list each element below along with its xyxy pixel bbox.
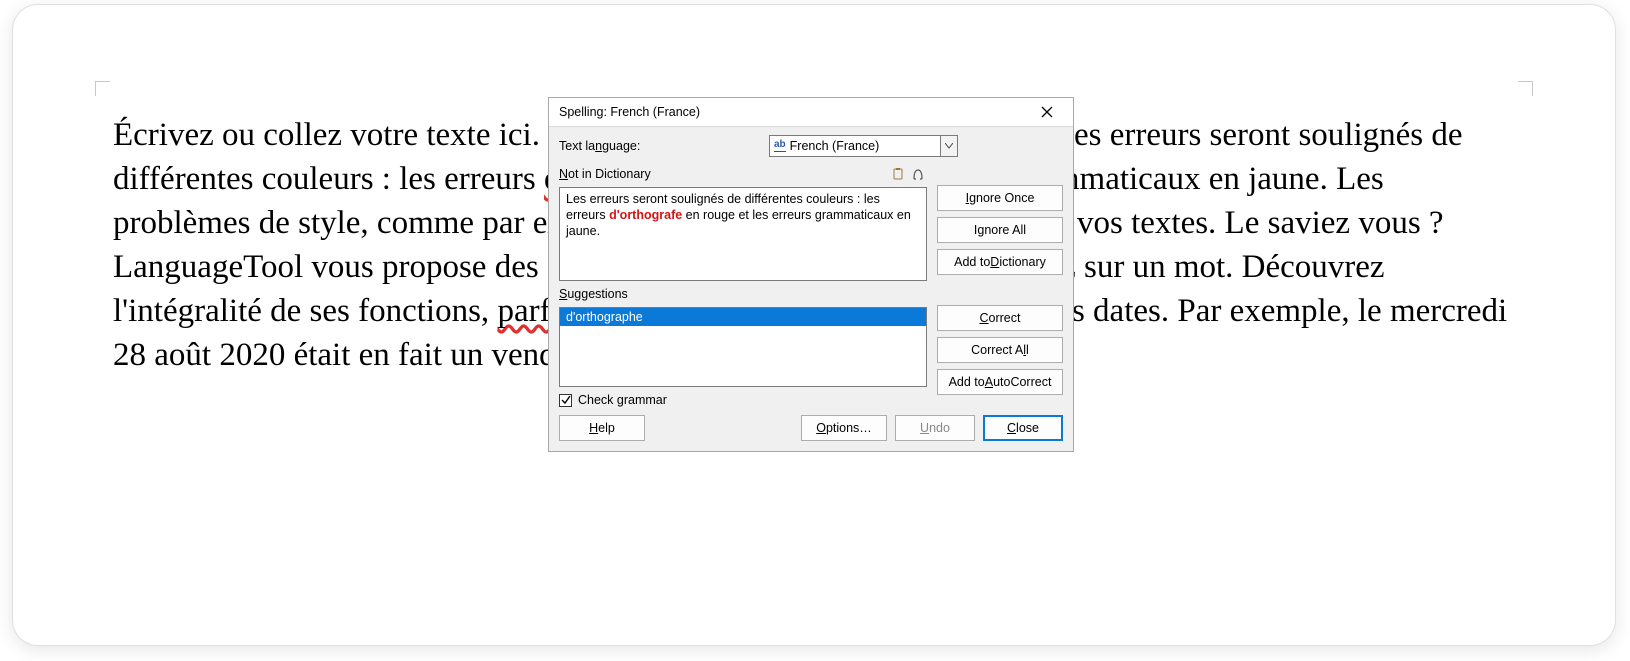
- special-characters-icon[interactable]: [909, 165, 927, 183]
- undo-button: Undo: [895, 415, 975, 441]
- dialog-titlebar[interactable]: Spelling: French (France): [549, 98, 1073, 127]
- suggestions-label: Suggestions: [559, 285, 927, 303]
- ignore-once-button[interactable]: Ignore Once: [937, 185, 1063, 211]
- help-button[interactable]: Help: [559, 415, 645, 441]
- page-card: Écrivez ou collez votre texte ici. La vé…: [12, 4, 1616, 646]
- language-value: French (France): [790, 139, 936, 153]
- close-dialog-button[interactable]: Close: [983, 415, 1063, 441]
- not-in-dictionary-label: Not in Dictionary: [559, 165, 927, 183]
- close-icon: [1041, 106, 1053, 118]
- check-icon: [561, 395, 571, 405]
- paste-icon[interactable]: [889, 165, 907, 183]
- add-to-autocorrect-button[interactable]: Add to AutoCorrect: [937, 369, 1063, 395]
- suggestion-item[interactable]: d'orthographe: [560, 308, 926, 326]
- correct-all-button[interactable]: Correct All: [937, 337, 1063, 363]
- text-language-label: Text language:: [559, 139, 769, 153]
- add-to-dictionary-button[interactable]: Add to Dictionary: [937, 249, 1063, 275]
- check-grammar-checkbox[interactable]: [559, 394, 572, 407]
- correct-button[interactable]: Correct: [937, 305, 1063, 331]
- chevron-down-icon: [945, 143, 953, 149]
- options-button[interactable]: Options…: [801, 415, 887, 441]
- check-grammar-label: Check grammar: [578, 393, 667, 407]
- spelling-dialog: Spelling: French (France) Text language:…: [548, 97, 1074, 452]
- close-button[interactable]: [1027, 100, 1067, 124]
- not-in-dictionary-text[interactable]: Les erreurs seront soulignés de différen…: [559, 187, 927, 281]
- suggestions-list[interactable]: d'orthographe: [559, 307, 927, 387]
- ignore-all-button[interactable]: Ignore All: [937, 217, 1063, 243]
- spellcheck-icon: ab: [774, 140, 786, 152]
- language-select[interactable]: ab French (France): [769, 135, 941, 157]
- dialog-title: Spelling: French (France): [559, 105, 1027, 119]
- language-dropdown-button[interactable]: [940, 135, 958, 157]
- nid-error-word: d'orthografe: [609, 208, 682, 222]
